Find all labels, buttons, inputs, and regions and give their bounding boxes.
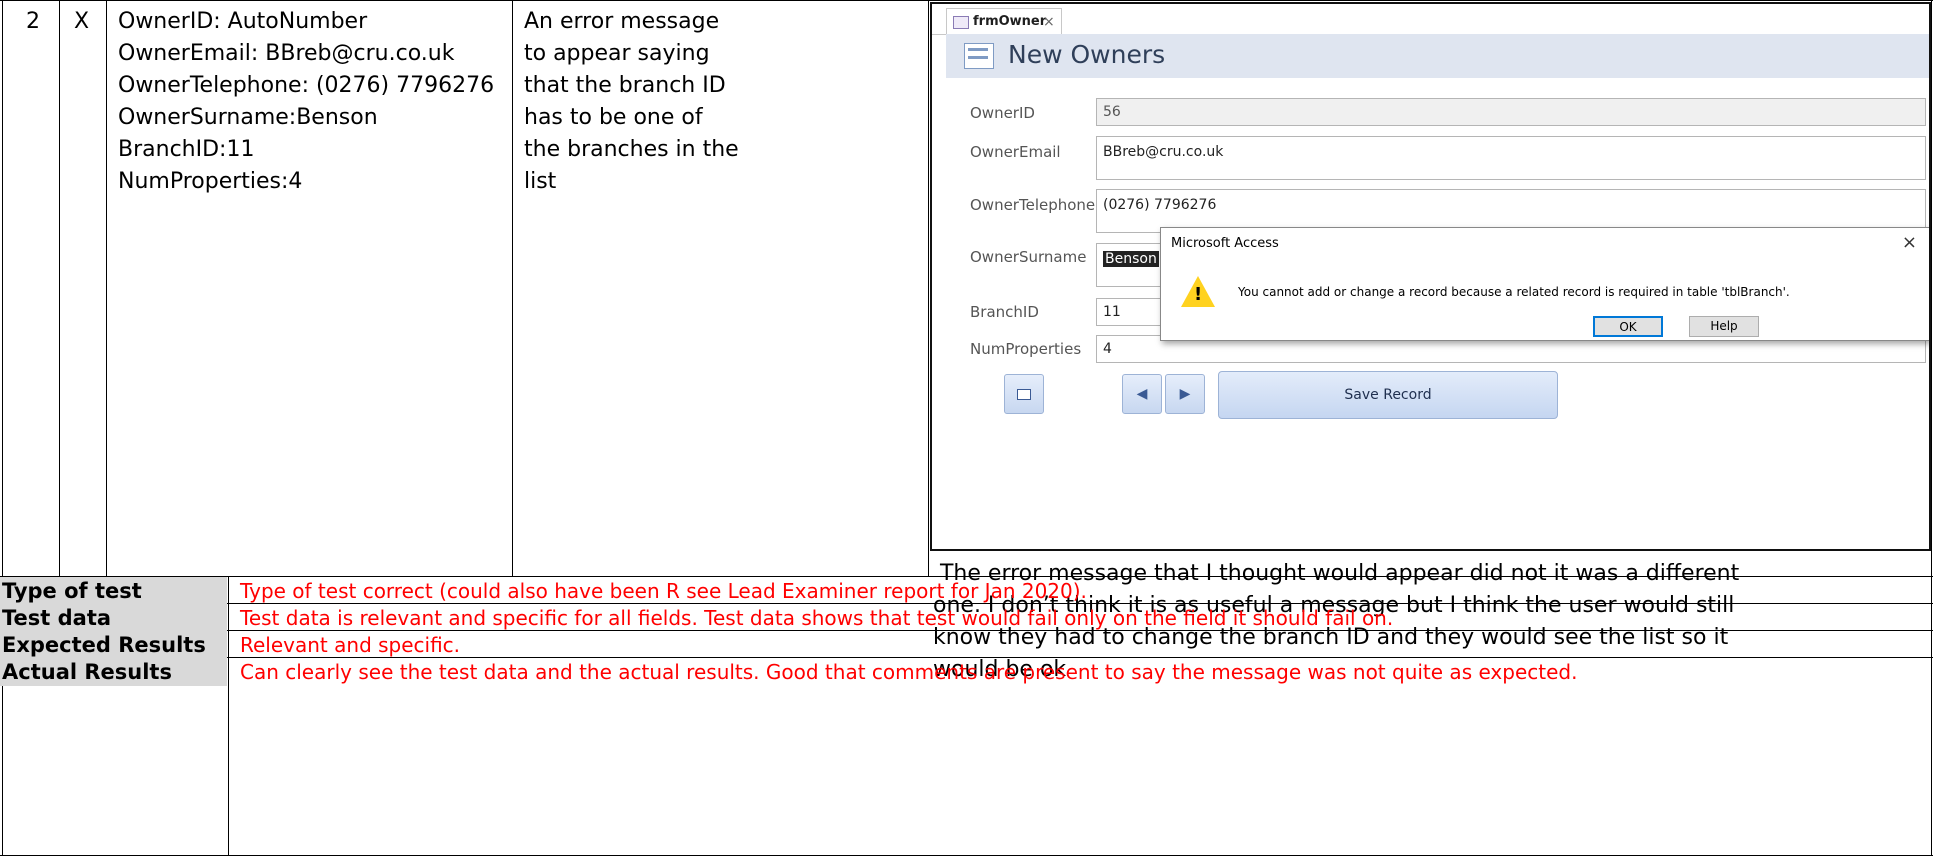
label-numproperties: NumProperties — [970, 340, 1082, 358]
test-number: 2 — [26, 9, 40, 34]
ok-button[interactable]: OK — [1593, 316, 1663, 337]
help-button[interactable]: Help — [1689, 316, 1759, 337]
last-record-button[interactable]: ▶ — [1165, 374, 1205, 414]
col-divider-1 — [59, 0, 60, 576]
owneremail-field[interactable]: BBreb@cru.co.uk — [1096, 136, 1926, 180]
access-screenshot: frmOwner × New Owners OwnerID 56 OwnerEm… — [930, 2, 1931, 551]
feedback-text: Test data is relevant and specific for a… — [240, 606, 1394, 630]
table-border-right — [1931, 0, 1932, 856]
tab-frmowner[interactable]: frmOwner × — [946, 8, 1062, 34]
form-icon — [953, 16, 969, 29]
first-record-button[interactable]: ◀ — [1122, 374, 1162, 414]
feedback-label: Expected Results — [0, 631, 227, 659]
feedback-label: Test data — [0, 604, 227, 632]
first-record-icon: ◀ — [1136, 386, 1148, 402]
error-dialog: Microsoft Access × ! You cannot add or c… — [1160, 227, 1929, 341]
test-data-line: OwnerSurname:Benson — [118, 105, 378, 130]
expected-line: the branches in the — [524, 137, 739, 162]
col-divider-2 — [106, 0, 107, 576]
test-data-line: OwnerTelephone: (0276) 7796276 — [118, 73, 495, 98]
record-icon — [1017, 388, 1031, 400]
form-title: New Owners — [1008, 40, 1166, 69]
warning-mark: ! — [1194, 284, 1203, 305]
feedback-label: Actual Results — [0, 658, 227, 686]
feedback-text: Type of test correct (could also have be… — [240, 579, 1087, 603]
expected-line: list — [524, 169, 557, 194]
feedback-label: Type of test — [0, 577, 227, 605]
label-owneremail: OwnerEmail — [970, 143, 1061, 161]
dialog-title: Microsoft Access — [1171, 236, 1279, 251]
expected-line: that the branch ID — [524, 73, 726, 98]
test-data-line: OwnerEmail: BBreb@cru.co.uk — [118, 41, 455, 66]
last-record-icon: ▶ — [1179, 386, 1191, 402]
feedback-divider — [228, 576, 229, 856]
label-ownertelephone: OwnerTelephone — [970, 196, 1096, 214]
dialog-message: You cannot add or change a record becaus… — [1238, 285, 1790, 299]
table-border-top — [0, 0, 1933, 1]
label-ownersurname: OwnerSurname — [970, 248, 1087, 266]
feedback-text: Can clearly see the test data and the ac… — [240, 660, 1578, 684]
new-record-button[interactable] — [1004, 374, 1044, 414]
expected-line: to appear saying — [524, 41, 710, 66]
test-data-line: BranchID:11 — [118, 137, 255, 162]
expected-line: An error message — [524, 9, 720, 34]
document-tab-bar: frmOwner × — [932, 4, 1929, 35]
save-record-button[interactable]: Save Record — [1218, 371, 1558, 419]
feedback-text: Relevant and specific. — [240, 633, 461, 657]
label-branchid: BranchID — [970, 303, 1039, 321]
form-icon — [964, 43, 994, 69]
table-border-left — [2, 0, 3, 856]
ownerid-field[interactable]: 56 — [1096, 98, 1926, 126]
tab-label: frmOwner — [973, 14, 1047, 29]
test-data-line: OwnerID: AutoNumber — [118, 9, 368, 34]
expected-line: has to be one of — [524, 105, 703, 130]
selected-text: Benson — [1103, 251, 1159, 267]
close-icon[interactable]: × — [1902, 232, 1917, 253]
test-data-line: NumProperties:4 — [118, 169, 303, 194]
col-divider-4 — [928, 0, 929, 576]
label-ownerid: OwnerID — [970, 104, 1035, 122]
form-header: New Owners — [946, 34, 1929, 78]
col-divider-3 — [512, 0, 513, 576]
close-icon[interactable]: × — [1043, 9, 1055, 35]
test-type: X — [74, 9, 90, 34]
